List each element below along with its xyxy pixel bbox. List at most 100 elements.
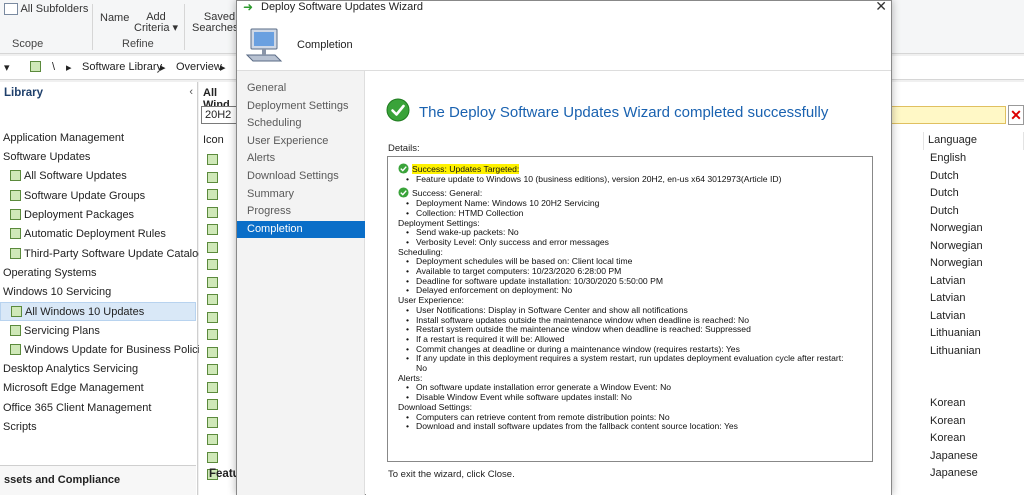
wizard-step[interactable]: Deployment Settings (237, 98, 365, 115)
sidebar-item-label: Scripts (3, 421, 37, 433)
detail-item: If any update in this deployment require… (398, 354, 872, 364)
sidebar-item[interactable]: Office 365 Client Management (0, 399, 196, 418)
update-icon[interactable] (207, 311, 218, 323)
language-cell: Korean (930, 432, 966, 444)
update-icon[interactable] (207, 416, 218, 428)
detail-item: Delayed enforcement on deployment: No (398, 286, 872, 296)
node-icon (11, 306, 22, 317)
wizard-step[interactable]: User Experience (237, 133, 365, 150)
computer-icon (245, 28, 283, 62)
update-icon[interactable] (207, 451, 218, 463)
sidebar-item-label: All Windows 10 Updates (25, 306, 145, 318)
success-message: The Deploy Software Updates Wizard compl… (419, 104, 829, 121)
folder-icon (4, 3, 18, 16)
language-cell: English (930, 152, 967, 164)
sidebar-item-label: Desktop Analytics Servicing (3, 363, 139, 375)
wizard-steps: General Deployment Settings Scheduling User… (237, 71, 365, 495)
deploy-wizard-dialog: ➜ Deploy Software Updates Wizard ✕ Compl… (236, 0, 892, 495)
update-icon[interactable] (207, 434, 218, 445)
update-icon[interactable] (207, 276, 218, 288)
sidebar-item-label: Deployment Packages (24, 209, 135, 221)
wizard-step[interactable]: Scheduling (237, 115, 365, 132)
close-icon[interactable]: ✕ (875, 0, 887, 15)
sidebar-item[interactable]: Third-Party Software Update Catalogs (0, 245, 210, 264)
update-icon[interactable] (207, 346, 218, 358)
language-cell: Japanese (930, 467, 978, 479)
chevron-left-icon[interactable]: ‹ (189, 86, 193, 98)
update-icon[interactable] (207, 381, 218, 393)
node-icon (10, 209, 21, 220)
sidebar-item-label: Software Updates (3, 151, 91, 163)
name-label: Name (100, 12, 130, 24)
sidebar-item[interactable]: Operating Systems (0, 264, 196, 283)
language-cell: Latvian (930, 274, 966, 287)
node-icon (10, 248, 21, 259)
all-subfolders-button[interactable]: All Subfolders (4, 3, 89, 16)
assets-and-compliance-workspace[interactable]: ssets and Compliance (0, 465, 196, 495)
title-bar: ➜ Deploy Software Updates Wizard ✕ (237, 0, 891, 15)
sidebar-item-label: Microsoft Edge Management (3, 382, 144, 394)
clear-search-icon[interactable]: ✕ (1008, 105, 1024, 125)
sidebar-item[interactable]: Windows Update for Business Policies (0, 341, 212, 360)
breadcrumb-software-library[interactable]: Software Library (82, 61, 162, 73)
update-icon[interactable] (207, 364, 218, 375)
update-icon[interactable] (207, 399, 218, 410)
all-subfolders-label: All Subfolders (20, 3, 89, 15)
refine-group-label: Refine (122, 38, 154, 50)
detail-item-continuation: No (416, 363, 427, 374)
wizard-step[interactable]: General (237, 80, 365, 97)
update-icon[interactable] (207, 224, 218, 235)
wizard-step[interactable]: Alerts (237, 150, 365, 167)
page-title: Completion (297, 39, 353, 51)
exit-instructions: To exit the wizard, click Close. (388, 469, 515, 480)
update-icon[interactable] (207, 189, 218, 200)
sidebar-item-label: Third-Party Software Update Catalogs (24, 248, 210, 260)
update-icon[interactable] (207, 294, 218, 305)
details-textbox[interactable]: Success: Updates Targeted: Feature updat… (387, 156, 873, 462)
wizard-step[interactable]: Progress (237, 203, 365, 220)
node-icon (10, 190, 21, 201)
update-icon[interactable] (207, 241, 218, 253)
update-icon[interactable] (207, 206, 218, 218)
wizard-step[interactable]: Download Settings (237, 168, 365, 185)
arrow-right-icon: ➜ (243, 0, 254, 14)
sidebar-item[interactable]: Windows 10 Servicing (0, 283, 196, 302)
update-icon[interactable] (207, 259, 218, 270)
name-button[interactable]: Name (100, 12, 129, 24)
breadcrumb-overview[interactable]: Overview (176, 61, 222, 73)
sidebar-item-label: Operating Systems (3, 267, 97, 279)
search-input[interactable]: 20H2 (201, 106, 237, 124)
check-circle-icon (398, 187, 409, 198)
sidebar-item[interactable]: All Windows 10 Updates (0, 302, 196, 321)
update-icon[interactable] (207, 154, 218, 165)
sidebar-item[interactable]: Servicing Plans (0, 322, 196, 341)
sidebar-item[interactable]: Deployment Packages (0, 206, 196, 225)
detail-item: Collection: HTMD Collection (398, 208, 872, 219)
wizard-step[interactable]: Summary (237, 186, 365, 203)
results-list: All Wind 20H2 Icon Featu (199, 82, 240, 495)
column-header-icon[interactable]: Icon (203, 134, 224, 146)
sidebar-item[interactable]: Desktop Analytics Servicing (0, 360, 196, 379)
sidebar-item[interactable]: Application Management (0, 129, 196, 148)
sidebar-item[interactable]: All Software Updates (0, 167, 196, 186)
sidebar-item[interactable]: Software Update Groups (0, 187, 196, 206)
sidebar-item[interactable]: Microsoft Edge Management (0, 379, 196, 398)
detail-item: Download and install software updates fr… (398, 422, 872, 432)
sidebar-item-label: Office 365 Client Management (3, 402, 152, 414)
column-header-language[interactable]: Language (924, 132, 1024, 150)
chevron-right-icon: ▸ (66, 62, 72, 74)
home-icon[interactable] (30, 61, 44, 73)
dropdown-arrow-icon[interactable]: ▾ (4, 61, 10, 74)
details-label: Details: (388, 143, 420, 154)
sidebar-item-label: Software Update Groups (24, 190, 146, 202)
sidebar-item[interactable]: Scripts (0, 418, 196, 437)
ribbon-divider (92, 4, 93, 50)
update-icon[interactable] (207, 329, 218, 340)
add-criteria-button[interactable]: Add Criteria ▾ (134, 12, 178, 34)
sidebar-item[interactable]: Automatic Deployment Rules (0, 225, 196, 244)
sidebar-item[interactable]: Software Updates (0, 148, 196, 167)
update-icon[interactable] (207, 171, 218, 183)
wizard-step[interactable]: Completion (237, 220, 365, 238)
wizard-content: The Deploy Software Updates Wizard compl… (366, 71, 891, 495)
breadcrumb-root[interactable]: \ (52, 61, 55, 73)
